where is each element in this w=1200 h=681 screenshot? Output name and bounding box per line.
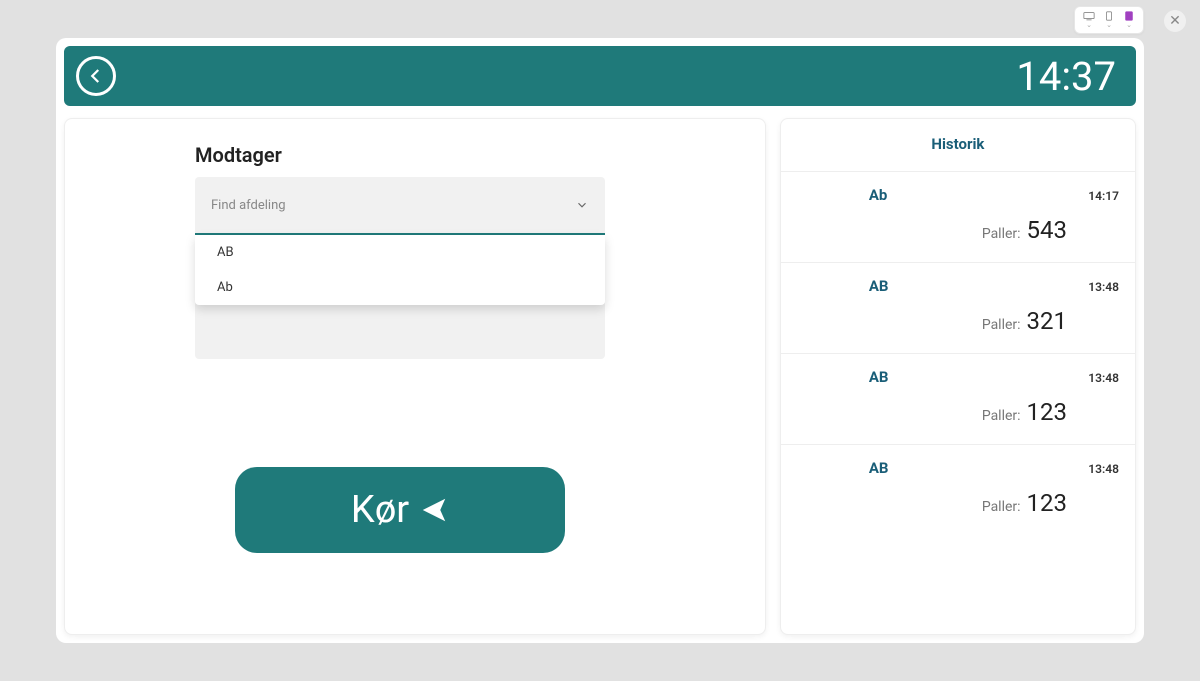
history-item[interactable]: Ab 14:17 Paller: 543 [781, 171, 1135, 262]
content-area: Modtager Find afdeling AB Ab Kør [64, 118, 1136, 635]
history-dept: AB [869, 368, 889, 386]
dropdown-option[interactable]: Ab [195, 270, 605, 305]
history-time: 14:17 [1088, 189, 1119, 203]
paller-label: Paller: [982, 408, 1021, 424]
dropdown-option[interactable]: AB [195, 235, 605, 270]
paller-value: 321 [1027, 307, 1067, 335]
history-dept: AB [869, 277, 889, 295]
paller-value: 543 [1027, 216, 1067, 244]
recipient-label: Modtager [195, 143, 725, 167]
app-frame: 14:37 Modtager Find afdeling AB Ab Kør [56, 38, 1144, 643]
paller-label: Paller: [982, 499, 1021, 515]
paller-label: Paller: [982, 317, 1021, 333]
history-panel: Historik Ab 14:17 Paller: 543 AB 13:48 P… [780, 118, 1136, 635]
history-item[interactable]: AB 13:48 Paller: 123 [781, 353, 1135, 444]
main-panel: Modtager Find afdeling AB Ab Kør [64, 118, 766, 635]
run-button-label: Kør [351, 488, 409, 532]
history-dept: Ab [869, 186, 888, 204]
history-item[interactable]: AB 13:48 Paller: 123 [781, 444, 1135, 535]
close-icon[interactable]: ✕ [1164, 10, 1186, 32]
device-preview-toolbar[interactable]: ⌄ ⌄ ⌄ [1074, 6, 1144, 34]
history-item[interactable]: AB 13:48 Paller: 321 [781, 262, 1135, 353]
clock-time: 14:37 [1016, 53, 1116, 100]
send-icon [419, 495, 449, 525]
device-desktop-icon[interactable]: ⌄ [1083, 11, 1095, 29]
select-placeholder: Find afdeling [211, 198, 286, 213]
device-mobile-icon[interactable]: ⌄ [1103, 11, 1115, 29]
department-dropdown: AB Ab [195, 235, 605, 305]
history-time: 13:48 [1088, 462, 1119, 476]
paller-label: Paller: [982, 226, 1021, 242]
history-dept: AB [869, 459, 889, 477]
run-button[interactable]: Kør [235, 467, 565, 553]
quantity-input[interactable] [195, 301, 605, 359]
department-select[interactable]: Find afdeling [195, 177, 605, 235]
paller-value: 123 [1027, 398, 1067, 426]
paller-value: 123 [1027, 489, 1067, 517]
history-title: Historik [781, 119, 1135, 171]
chevron-down-icon [575, 198, 589, 212]
history-time: 13:48 [1088, 371, 1119, 385]
back-button[interactable] [76, 56, 116, 96]
history-time: 13:48 [1088, 280, 1119, 294]
top-bar: 14:37 [64, 46, 1136, 106]
chevron-left-icon [87, 67, 105, 85]
device-tablet-icon[interactable]: ⌄ [1123, 11, 1135, 29]
